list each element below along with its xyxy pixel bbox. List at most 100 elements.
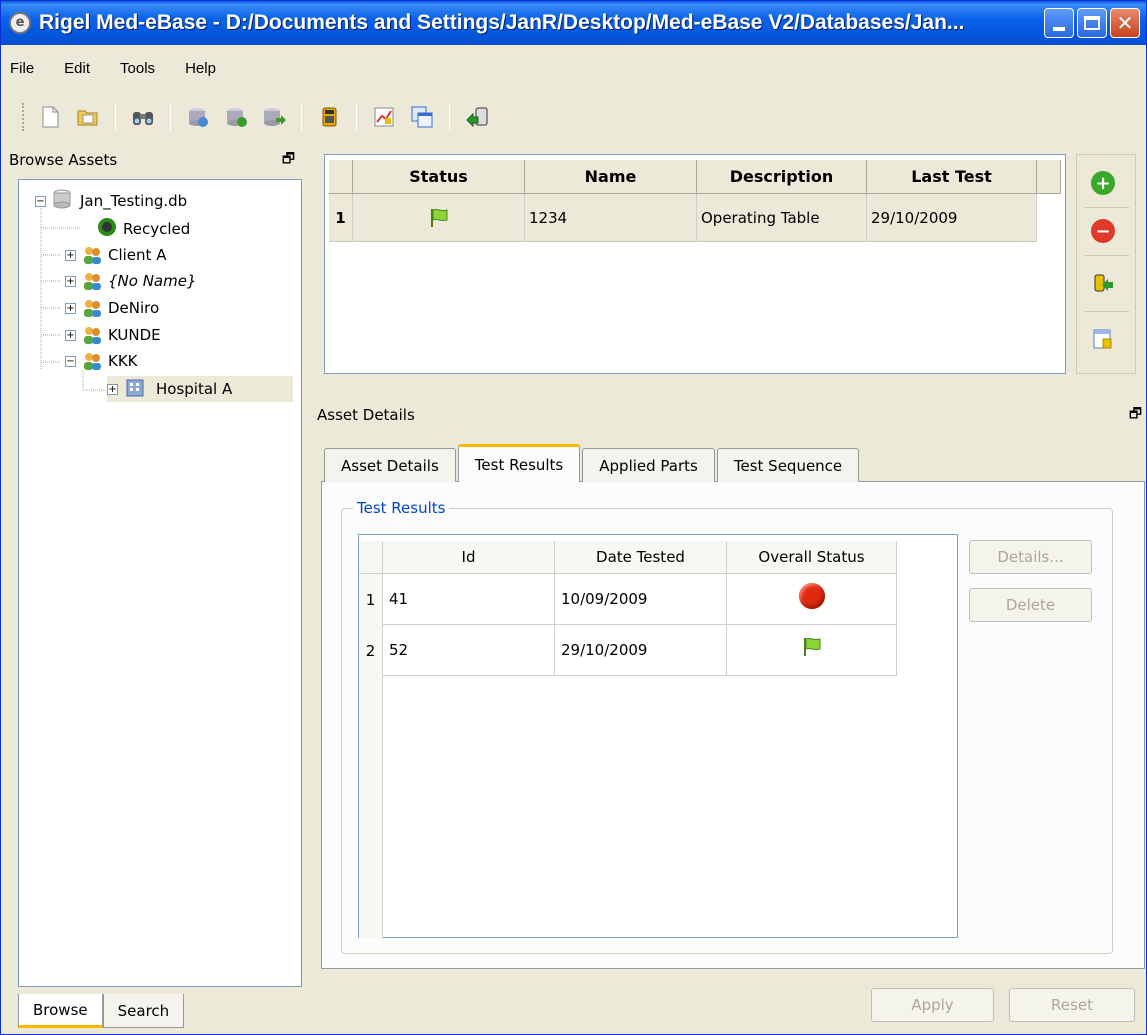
title-bar[interactable]: e Rigel Med-eBase - D:/Documents and Set… [1,1,1146,45]
toolbar-separator [449,103,450,131]
column-header-overall-status[interactable]: Overall Status [727,541,897,574]
tree-label: {No Name} [108,272,197,290]
expand-icon[interactable]: + [65,275,76,287]
asset-tree[interactable]: − Jan_Testing.db Recycled + Client A + {… [18,179,302,987]
asset-properties-button[interactable] [1091,327,1115,351]
tree-node-recycled[interactable]: Recycled [97,216,190,242]
details-button[interactable]: Details... [969,540,1092,574]
client-group-icon [82,351,102,371]
main-window: e Rigel Med-eBase - D:/Documents and Set… [0,0,1147,1035]
toolbar-separator [115,103,116,131]
new-file-icon[interactable] [37,104,63,130]
tab-asset-details[interactable]: Asset Details [324,448,456,482]
client-group-icon [82,245,102,265]
tree-node-client[interactable]: + DeNiro [65,295,159,321]
open-folder-icon[interactable] [75,104,101,130]
database-icon [52,188,72,214]
asset-actions-bar: + − [1076,154,1136,374]
row-name: 1234 [525,194,697,242]
column-header-spacer [1037,160,1061,194]
expand-icon[interactable]: + [65,302,76,314]
tree-node-hospital[interactable]: + Hospital A [107,376,293,402]
column-header-last-test[interactable]: Last Test [867,160,1037,194]
transfer-device-icon[interactable] [464,104,490,130]
plus-icon: + [1095,172,1111,194]
expand-icon[interactable]: + [65,249,76,261]
tree-label: DeNiro [108,299,160,317]
collapse-icon[interactable]: − [65,355,76,367]
toolbar-separator [170,103,171,131]
tree-node-client[interactable]: + {No Name} [65,268,197,294]
menu-edit[interactable]: Edit [64,60,90,77]
row-last-test: 29/10/2009 [867,194,1037,242]
expand-icon[interactable]: + [65,329,76,341]
apply-button[interactable]: Apply [871,988,994,1022]
tab-test-results[interactable]: Test Results [457,444,581,482]
table-corner [329,160,353,194]
column-header-description[interactable]: Description [697,160,867,194]
remove-asset-button[interactable]: − [1091,219,1115,243]
test-results-table[interactable]: Id Date Tested Overall Status 1 41 10/09… [358,534,958,938]
float-panel-icon[interactable]: 🗗 [1129,403,1142,427]
menu-file[interactable]: File [10,60,34,77]
menu-help[interactable]: Help [185,60,216,77]
database-add-icon[interactable] [223,104,249,130]
asset-details-header: Asset Details 🗗 [317,403,1145,427]
maximize-button[interactable] [1077,8,1107,38]
database-export-icon[interactable] [261,104,287,130]
transfer-device-icon [1094,274,1113,292]
copy-windows-icon[interactable] [409,104,435,130]
calculator-icon[interactable] [316,104,342,130]
row-id: 41 [383,574,555,625]
add-asset-button[interactable]: + [1091,171,1115,195]
group-title: Test Results [353,499,450,517]
tree-node-client[interactable]: − KKK [65,348,138,374]
column-header-date-tested[interactable]: Date Tested [555,541,727,574]
window-title: Rigel Med-eBase - D:/Documents and Setti… [39,11,965,34]
column-header-id[interactable]: Id [383,541,555,574]
float-panel-icon[interactable]: 🗗 [282,148,295,172]
client-group-icon [82,298,102,318]
row-status [353,194,525,242]
find-binoculars-icon[interactable] [130,104,156,130]
browse-tabs: Browse Search [18,994,185,1028]
reset-button[interactable]: Reset [1009,988,1135,1022]
app-icon: e [9,12,31,34]
assets-table[interactable]: Status Name Description Last Test 1 1234… [324,154,1066,374]
minus-icon: − [1095,220,1111,242]
tab-search[interactable]: Search [102,994,185,1028]
tab-test-sequence[interactable]: Test Sequence [716,448,860,482]
tab-applied-parts[interactable]: Applied Parts [582,448,715,482]
delete-button[interactable]: Delete [969,588,1092,622]
toolbar [2,93,1145,141]
test-asset-button[interactable] [1091,271,1115,295]
close-button[interactable]: ✕ [1110,8,1140,38]
minimize-button[interactable] [1044,8,1074,38]
client-group-icon [82,325,102,345]
tree-label: KUNDE [108,326,161,344]
column-header-status[interactable]: Status [353,160,525,194]
recycle-icon [97,217,117,241]
tab-browse[interactable]: Browse [18,994,103,1028]
tree-label: KKK [108,352,138,370]
tree-node-client[interactable]: + KUNDE [65,322,161,348]
collapse-icon[interactable]: − [35,195,46,207]
row-number: 1 [329,194,353,242]
document-properties-icon [1093,329,1112,349]
tree-node-database[interactable]: − Jan_Testing.db [35,188,187,214]
report-chart-icon[interactable] [371,104,397,130]
toolbar-grip[interactable] [22,103,25,131]
green-flag-icon [803,637,820,656]
red-stop-icon [798,583,825,609]
maximize-icon [1084,16,1100,30]
menu-bar: File Edit Tools Help [2,45,1145,91]
toolbar-separator [301,103,302,131]
expand-icon[interactable]: + [107,383,118,395]
menu-tools[interactable]: Tools [120,60,155,77]
database-settings-icon[interactable] [185,104,211,130]
tree-node-client[interactable]: + Client A [65,242,166,268]
row-date: 29/10/2009 [555,625,727,676]
row-number: 1 [359,574,383,625]
row-date: 10/09/2009 [555,574,727,625]
column-header-name[interactable]: Name [525,160,697,194]
